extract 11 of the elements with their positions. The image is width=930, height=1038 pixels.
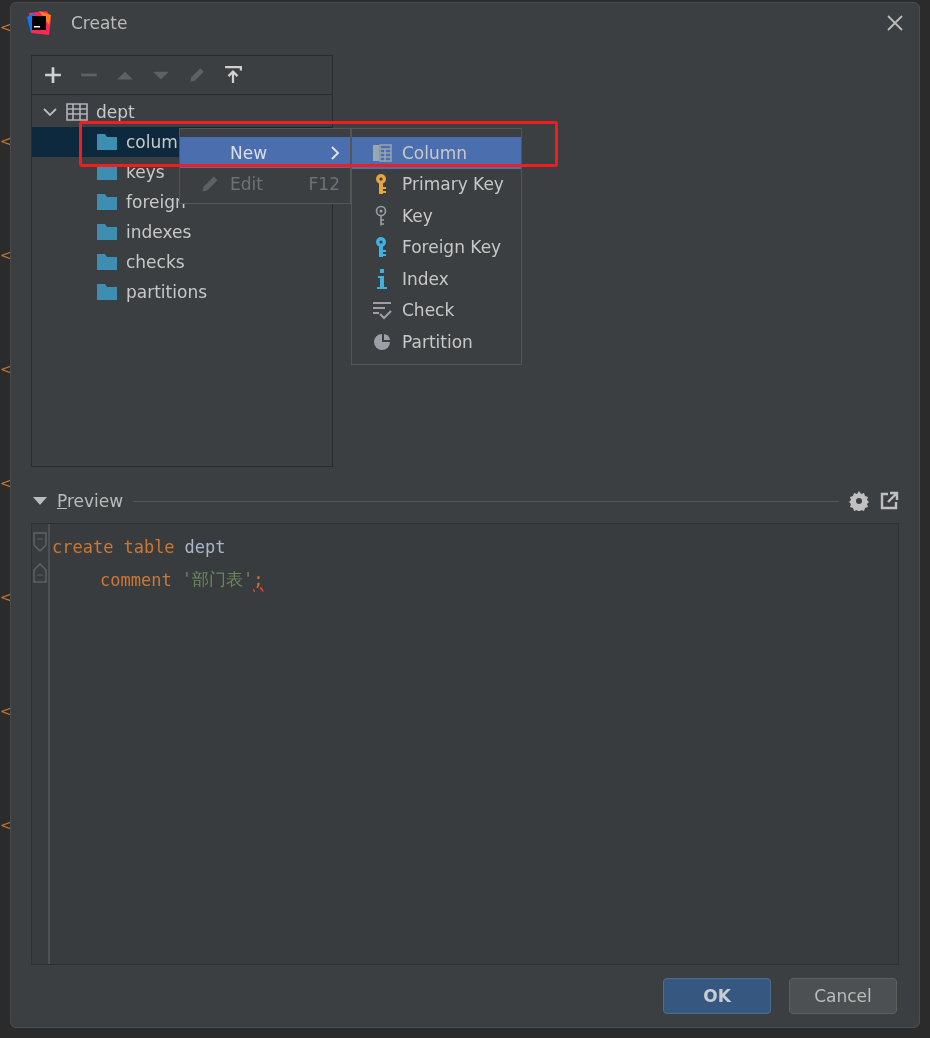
code-fragment: <: [0, 248, 10, 262]
code-fragment: <: [0, 476, 10, 490]
code-fragment: <: [0, 134, 10, 148]
code-line: comment '部门表';: [99, 568, 264, 592]
code-fragment: <: [0, 590, 10, 604]
window-title: Create: [71, 13, 129, 33]
code-line: create table dept: [52, 535, 227, 559]
code-fragment: <: [0, 362, 10, 376]
code-fragment: <: [0, 818, 10, 832]
code-fragment: <: [0, 704, 10, 718]
code-fragment: <: [0, 20, 10, 34]
